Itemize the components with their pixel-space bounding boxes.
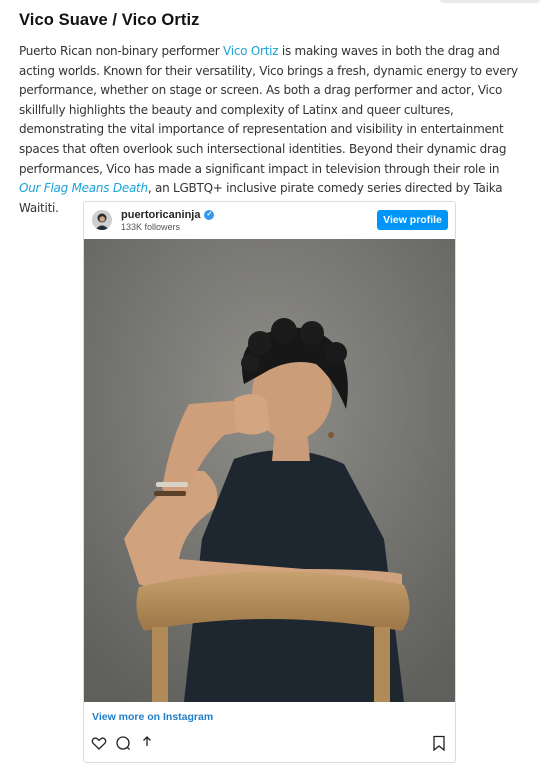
actions-left — [91, 735, 155, 756]
instagram-header: puertoricaninja ✓ 133K followers View pr… — [84, 202, 455, 239]
username-text: puertoricaninja — [121, 209, 201, 221]
comment-icon[interactable] — [115, 735, 131, 756]
avatar[interactable] — [92, 210, 112, 230]
vico-ortiz-link[interactable]: Vico Ortiz — [223, 44, 279, 58]
bookmark-icon[interactable] — [432, 735, 446, 755]
heart-icon[interactable] — [91, 735, 107, 756]
instagram-username[interactable]: puertoricaninja ✓ — [121, 209, 215, 221]
paragraph-intro: Puerto Rican non-binary performer — [19, 44, 224, 58]
view-more-on-instagram-link[interactable]: View more on Instagram — [92, 711, 213, 723]
top-right-shadow — [440, 0, 540, 3]
show-title: Our Flag Means Death — [19, 181, 148, 196]
view-profile-button[interactable]: View profile — [377, 210, 448, 230]
show-link[interactable]: Our Flag Means Death — [19, 181, 148, 195]
verified-badge-icon: ✓ — [204, 210, 215, 220]
actions-right — [432, 735, 446, 756]
instagram-actions — [84, 733, 455, 753]
followers-count: 133K followers — [121, 222, 181, 232]
instagram-photo[interactable] — [84, 239, 455, 702]
share-icon[interactable] — [139, 735, 155, 756]
article: Vico Suave / Vico Ortiz Puerto Rican non… — [19, 9, 524, 218]
section-heading: Vico Suave / Vico Ortiz — [19, 11, 200, 29]
paragraph-middle: is making waves in both the drag and act… — [19, 44, 518, 176]
article-paragraph: Puerto Rican non-binary performer Vico O… — [19, 42, 524, 218]
instagram-embed: puertoricaninja ✓ 133K followers View pr… — [83, 201, 456, 763]
